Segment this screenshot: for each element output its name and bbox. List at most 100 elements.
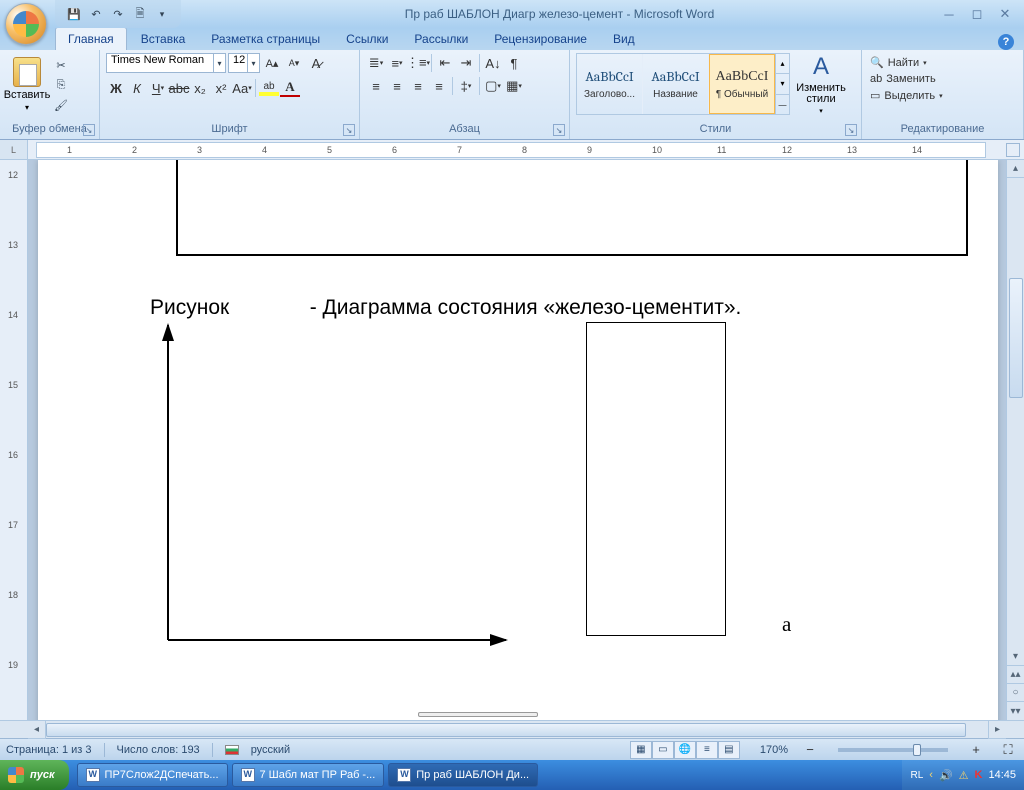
scroll-left-icon[interactable]: ◂ bbox=[28, 721, 46, 739]
taskbar-item-3[interactable]: Пр раб ШАБЛОН Ди... bbox=[388, 763, 538, 787]
select-button[interactable]: ▭Выделить▾ bbox=[868, 88, 945, 103]
horizontal-splitter[interactable] bbox=[418, 712, 538, 717]
view-web-layout[interactable]: 🌐 bbox=[674, 741, 696, 759]
save-icon[interactable]: 💾 bbox=[65, 5, 83, 23]
tab-home[interactable]: Главная bbox=[55, 27, 127, 50]
align-center-button[interactable]: ≡ bbox=[387, 76, 407, 96]
strikethrough-button[interactable]: abc bbox=[169, 78, 189, 98]
print-preview-icon[interactable]: 🗎 bbox=[131, 5, 149, 23]
maximize-button[interactable]: ◻ bbox=[966, 6, 988, 22]
replace-button[interactable]: abЗаменить bbox=[868, 72, 945, 86]
change-case-button[interactable]: Aa▾ bbox=[232, 78, 252, 98]
tab-insert[interactable]: Вставка bbox=[129, 28, 198, 50]
zoom-slider[interactable] bbox=[838, 748, 948, 752]
status-word-count[interactable]: Число слов: 193 bbox=[117, 744, 200, 756]
styles-dialog-launcher[interactable]: ↘ bbox=[845, 124, 857, 136]
status-page[interactable]: Страница: 1 из 3 bbox=[6, 744, 92, 756]
minimize-button[interactable]: ─ bbox=[938, 6, 960, 22]
close-button[interactable]: ✕ bbox=[994, 6, 1016, 22]
ruler-toggle[interactable] bbox=[1006, 143, 1020, 157]
bullets-button[interactable]: ≣▾ bbox=[366, 53, 386, 73]
find-button[interactable]: 🔍Найти▾ bbox=[868, 55, 945, 70]
shading-button[interactable]: ▢▾ bbox=[483, 76, 503, 96]
paste-button[interactable]: Вставить ▾ bbox=[6, 53, 48, 112]
hscroll-thumb[interactable] bbox=[46, 723, 966, 737]
gallery-up-icon[interactable]: ▴ bbox=[776, 54, 789, 74]
taskbar-item-1[interactable]: ПР7Слож2ДСпечать... bbox=[77, 763, 228, 787]
scroll-down-icon[interactable]: ▾ bbox=[1007, 648, 1024, 666]
increase-indent-button[interactable]: ⇥ bbox=[456, 53, 476, 73]
tab-mailings[interactable]: Рассылки bbox=[402, 28, 480, 50]
sort-button[interactable]: A↓ bbox=[483, 53, 503, 73]
grow-font-icon[interactable]: A▴ bbox=[262, 53, 282, 73]
tab-selector[interactable]: L bbox=[0, 140, 28, 159]
zoom-fit-icon[interactable]: ⛶ bbox=[998, 740, 1018, 760]
status-language[interactable]: русский bbox=[251, 744, 290, 756]
redo-icon[interactable]: ↷ bbox=[109, 5, 127, 23]
vertical-ruler[interactable]: 1213141516171819 bbox=[0, 160, 28, 720]
clear-formatting-icon[interactable]: A̷ bbox=[306, 53, 326, 73]
tab-review[interactable]: Рецензирование bbox=[482, 28, 599, 50]
cut-icon[interactable]: ✂ bbox=[52, 57, 70, 73]
underline-button[interactable]: Ч▾ bbox=[148, 78, 168, 98]
zoom-out-button[interactable]: − bbox=[800, 740, 820, 760]
tray-volume-icon[interactable]: 🔊 bbox=[939, 769, 953, 782]
tray-clock[interactable]: 14:45 bbox=[988, 769, 1016, 781]
tray-update-icon[interactable]: ⚠ bbox=[959, 769, 969, 782]
tab-page-layout[interactable]: Разметка страницы bbox=[199, 28, 332, 50]
next-page-icon[interactable]: ▾▾ bbox=[1007, 702, 1024, 720]
font-color-button[interactable]: A bbox=[280, 78, 300, 98]
shrink-font-icon[interactable]: A▾ bbox=[284, 53, 304, 73]
scroll-up-icon[interactable]: ▴ bbox=[1007, 160, 1024, 178]
vscroll-thumb[interactable] bbox=[1009, 278, 1023, 398]
horizontal-ruler[interactable]: 1234567891011121314 bbox=[36, 142, 986, 158]
paragraph-dialog-launcher[interactable]: ↘ bbox=[553, 124, 565, 136]
scroll-right-icon[interactable]: ▸ bbox=[988, 721, 1006, 739]
italic-button[interactable]: К bbox=[127, 78, 147, 98]
change-styles-button[interactable]: A Изменить стили ▾ bbox=[794, 53, 848, 115]
format-painter-icon[interactable]: 🖌 bbox=[52, 97, 70, 113]
superscript-button[interactable]: x² bbox=[211, 78, 231, 98]
font-family-combo[interactable]: Times New Roman▾ bbox=[106, 53, 226, 73]
prev-page-icon[interactable]: ▴▴ bbox=[1007, 666, 1024, 684]
highlight-color-button[interactable]: ab bbox=[259, 78, 279, 98]
clipboard-dialog-launcher[interactable]: ↘ bbox=[83, 124, 95, 136]
gallery-down-icon[interactable]: ▾ bbox=[776, 74, 789, 94]
zoom-level[interactable]: 170% bbox=[760, 744, 788, 756]
tab-view[interactable]: Вид bbox=[601, 28, 647, 50]
borders-button[interactable]: ▦▾ bbox=[504, 76, 524, 96]
tray-antivirus-icon[interactable]: K bbox=[975, 769, 983, 781]
copy-icon[interactable]: ⎘ bbox=[52, 77, 70, 93]
justify-button[interactable]: ≡ bbox=[429, 76, 449, 96]
view-full-screen[interactable]: ▭ bbox=[652, 741, 674, 759]
zoom-in-button[interactable]: + bbox=[966, 740, 986, 760]
subscript-button[interactable]: x₂ bbox=[190, 78, 210, 98]
numbering-button[interactable]: ≡▾ bbox=[387, 53, 407, 73]
proofing-icon[interactable] bbox=[225, 745, 239, 755]
tray-language[interactable]: RL bbox=[910, 770, 923, 781]
style-normal[interactable]: AaBbCcI ¶ Обычный bbox=[709, 54, 775, 114]
style-heading[interactable]: AaBbCcI Заголово... bbox=[577, 54, 643, 114]
tray-chevron-icon[interactable]: ‹ bbox=[929, 769, 933, 781]
document-viewport[interactable]: Рисунок - Диаграмма состояния «железо-це… bbox=[28, 160, 1006, 720]
font-size-combo[interactable]: 12▾ bbox=[228, 53, 260, 73]
view-outline[interactable]: ≡ bbox=[696, 741, 718, 759]
horizontal-scrollbar[interactable] bbox=[46, 721, 988, 738]
qat-more-icon[interactable]: ▾ bbox=[153, 5, 171, 23]
start-button[interactable]: пуск bbox=[0, 760, 69, 790]
help-icon[interactable]: ? bbox=[998, 34, 1014, 50]
view-draft[interactable]: ▤ bbox=[718, 741, 740, 759]
align-left-button[interactable]: ≡ bbox=[366, 76, 386, 96]
show-marks-button[interactable]: ¶ bbox=[504, 53, 524, 73]
tab-references[interactable]: Ссылки bbox=[334, 28, 400, 50]
office-button[interactable] bbox=[5, 3, 47, 45]
align-right-button[interactable]: ≡ bbox=[408, 76, 428, 96]
browse-object-icon[interactable]: ○ bbox=[1007, 684, 1024, 702]
taskbar-item-2[interactable]: 7 Шабл мат ПР Раб -... bbox=[232, 763, 385, 787]
line-spacing-button[interactable]: ‡▾ bbox=[456, 76, 476, 96]
font-dialog-launcher[interactable]: ↘ bbox=[343, 124, 355, 136]
decrease-indent-button[interactable]: ⇤ bbox=[435, 53, 455, 73]
style-title[interactable]: AaBbCcI Название bbox=[643, 54, 709, 114]
bold-button[interactable]: Ж bbox=[106, 78, 126, 98]
multilevel-list-button[interactable]: ⋮≡▾ bbox=[408, 53, 428, 73]
